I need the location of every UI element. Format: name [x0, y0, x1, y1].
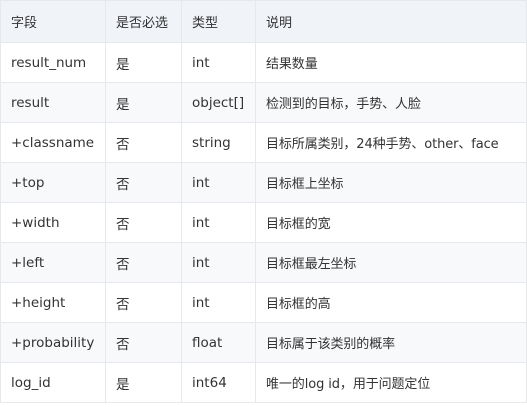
cell-required: 否: [105, 242, 182, 283]
cell-description: 唯一的log id，用于问题定位: [255, 362, 527, 403]
cell-description: 目标属于该类别的概率: [255, 322, 527, 363]
header-row: 字段 是否必选 类型 说明: [0, 0, 527, 43]
cell-description: 结果数量: [255, 42, 527, 83]
cell-field: +width: [0, 202, 106, 243]
cell-type: int: [181, 42, 256, 83]
table-row: +probability 否 float 目标属于该类别的概率: [0, 322, 527, 363]
cell-type: int: [181, 162, 256, 203]
cell-required: 是: [105, 362, 182, 403]
cell-required: 否: [105, 322, 182, 363]
table-row: +top 否 int 目标框上坐标: [0, 162, 527, 203]
table-header: 字段 是否必选 类型 说明: [0, 0, 527, 43]
header-type: 类型: [181, 0, 256, 43]
cell-required: 是: [105, 42, 182, 83]
table-row: +width 否 int 目标框的宽: [0, 202, 527, 243]
cell-description: 目标框最左坐标: [255, 242, 527, 283]
cell-description: 目标框上坐标: [255, 162, 527, 203]
cell-type: string: [181, 122, 256, 163]
cell-description: 目标框的宽: [255, 202, 527, 243]
cell-required: 否: [105, 162, 182, 203]
cell-description: 目标框的高: [255, 282, 527, 323]
cell-description: 目标所属类别，24种手势、other、face: [255, 122, 527, 163]
table-row: +classname 否 string 目标所属类别，24种手势、other、f…: [0, 122, 527, 163]
cell-field: +height: [0, 282, 106, 323]
table-row: result 是 object[] 检测到的目标，手势、人脸: [0, 82, 527, 123]
cell-required: 否: [105, 202, 182, 243]
cell-type: object[]: [181, 82, 256, 123]
cell-description: 检测到的目标，手势、人脸: [255, 82, 527, 123]
cell-type: int: [181, 282, 256, 323]
header-required: 是否必选: [105, 0, 182, 43]
cell-type: int: [181, 242, 256, 283]
cell-type: int: [181, 202, 256, 243]
cell-field: result_num: [0, 42, 106, 83]
table-row: +left 否 int 目标框最左坐标: [0, 242, 527, 283]
cell-required: 否: [105, 282, 182, 323]
header-description: 说明: [255, 0, 527, 43]
response-fields-table: 字段 是否必选 类型 说明 result_num 是 int 结果数量 resu…: [0, 0, 527, 403]
cell-required: 是: [105, 82, 182, 123]
header-field: 字段: [0, 0, 106, 43]
table-body: result_num 是 int 结果数量 result 是 object[] …: [0, 42, 527, 403]
cell-field: +probability: [0, 322, 106, 363]
table-row: +height 否 int 目标框的高: [0, 282, 527, 323]
cell-type: int64: [181, 362, 256, 403]
cell-field: +top: [0, 162, 106, 203]
cell-field: +classname: [0, 122, 106, 163]
cell-field: result: [0, 82, 106, 123]
cell-required: 否: [105, 122, 182, 163]
cell-field: +left: [0, 242, 106, 283]
table-row: log_id 是 int64 唯一的log id，用于问题定位: [0, 362, 527, 403]
cell-type: float: [181, 322, 256, 363]
table-row: result_num 是 int 结果数量: [0, 42, 527, 83]
cell-field: log_id: [0, 362, 106, 403]
